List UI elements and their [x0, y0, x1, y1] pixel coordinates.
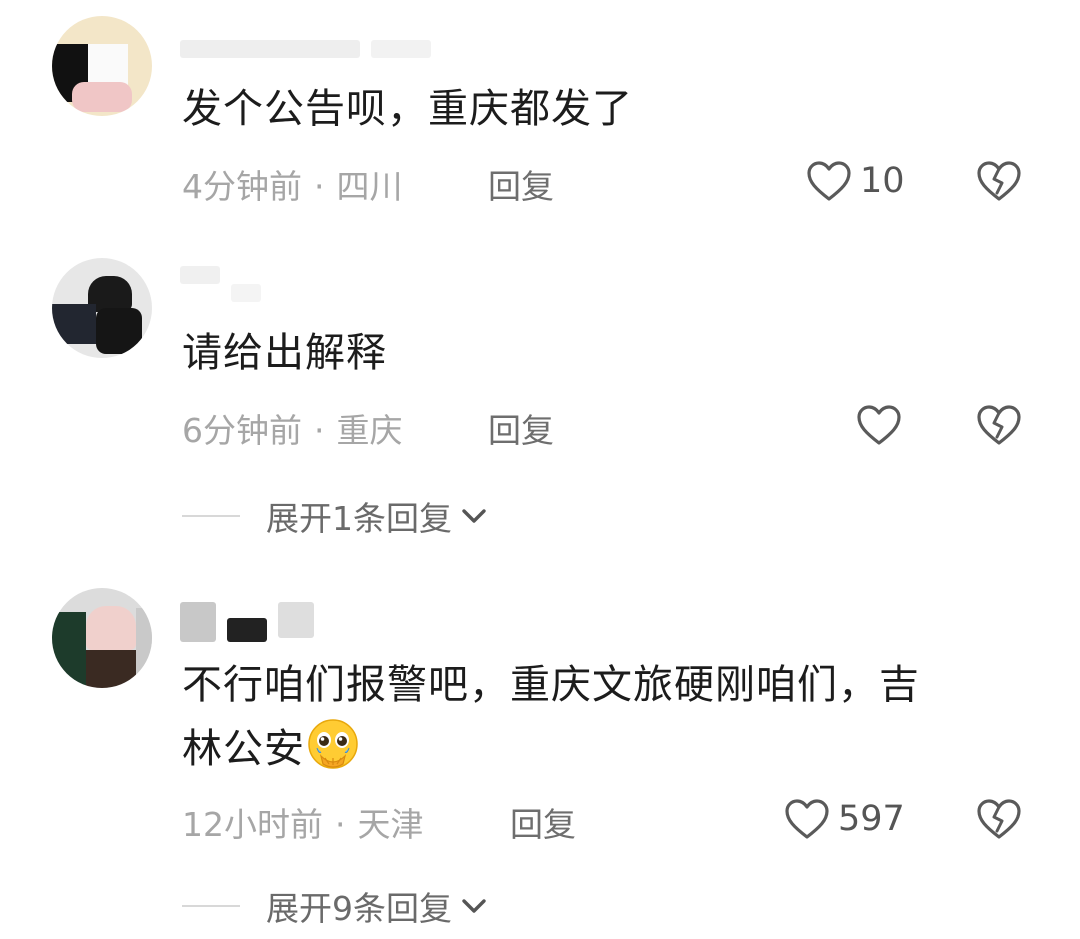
comment-text-line: 林公安 — [182, 718, 1002, 778]
broken-heart-icon — [977, 405, 1021, 445]
heart-outline-icon — [807, 161, 851, 201]
broken-heart-icon — [977, 799, 1021, 839]
expand-replies-label: 展开1条回复 — [266, 499, 452, 538]
comment-location: 天津 — [357, 805, 424, 844]
heart-outline-icon — [785, 799, 829, 839]
username-redacted[interactable] — [180, 40, 437, 62]
chevron-down-icon — [462, 509, 486, 523]
comment-time: 4分钟前 — [182, 167, 302, 206]
avatar[interactable] — [52, 258, 152, 358]
chevron-down-icon — [462, 899, 486, 913]
like-button[interactable] — [856, 404, 902, 446]
like-count: 597 — [838, 799, 905, 839]
comment-item: 发个公告呗，重庆都发了 4分钟前 · 四川 回复 10 — [0, 0, 1080, 230]
like-button[interactable]: 597 — [784, 798, 905, 840]
dislike-button[interactable] — [976, 798, 1022, 844]
expand-replies-button[interactable]: 展开9条回复 — [182, 882, 488, 930]
comment-text: 请给出解释 — [182, 330, 387, 376]
expand-replies-button[interactable]: 展开1条回复 — [182, 492, 488, 540]
comment-location: 重庆 — [336, 411, 403, 450]
dislike-button[interactable] — [976, 404, 1022, 450]
comment-time: 12小时前 — [182, 805, 323, 844]
username-redacted[interactable] — [180, 602, 320, 642]
comment-time: 6分钟前 — [182, 411, 302, 450]
comment-text: 不行咱们报警吧，重庆文旅硬刚咱们，吉 林公安 — [182, 656, 1002, 778]
comment-item: 请给出解释 6分钟前 · 重庆 回复 展开1条回复 — [0, 230, 1080, 560]
comment-text: 发个公告呗，重庆都发了 — [182, 86, 633, 132]
comment-meta: 6分钟前 · 重庆 — [182, 411, 403, 450]
comment-meta: 4分钟前 · 四川 — [182, 167, 403, 206]
divider-line — [182, 905, 240, 907]
heart-outline-icon — [857, 405, 901, 445]
avatar[interactable] — [52, 16, 152, 116]
dislike-button[interactable] — [976, 160, 1022, 206]
comment-location: 四川 — [336, 167, 403, 206]
broken-heart-icon — [977, 161, 1021, 201]
reply-button[interactable]: 回复 — [488, 404, 554, 452]
pleading-face-emoji — [308, 719, 358, 769]
expand-replies-label: 展开9条回复 — [266, 889, 452, 928]
reply-button[interactable]: 回复 — [488, 160, 554, 208]
comment-text-segment: 林公安 — [182, 726, 305, 772]
comment-item: 不行咱们报警吧，重庆文旅硬刚咱们，吉 林公安 12小时前·天津 回复 597 — [0, 560, 1080, 939]
username-redacted[interactable] — [180, 266, 267, 302]
reply-button[interactable]: 回复 — [510, 798, 576, 846]
comment-meta: 12小时前 · 天津 — [182, 805, 424, 844]
comment-text-line: 不行咱们报警吧，重庆文旅硬刚咱们，吉 — [182, 662, 920, 708]
avatar[interactable] — [52, 588, 152, 688]
like-count: 10 — [860, 161, 905, 201]
like-button[interactable]: 10 — [806, 160, 905, 202]
divider-line — [182, 515, 240, 517]
